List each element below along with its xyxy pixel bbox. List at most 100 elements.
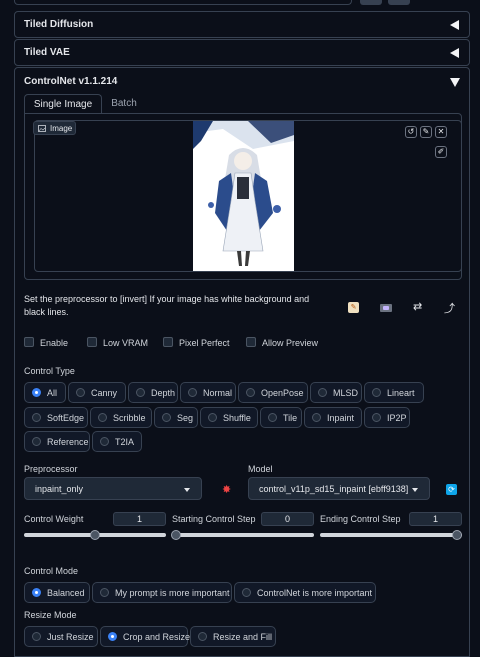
option-label: Reference xyxy=(47,437,89,447)
option-label: Canny xyxy=(91,388,118,398)
control-weight-input[interactable]: 1 xyxy=(113,512,166,526)
control-mode-label: Control Mode xyxy=(24,566,79,576)
preprocessor-hint: Set the preprocessor to [invert] If your… xyxy=(24,294,310,317)
end-step-label: Ending Control Step xyxy=(320,514,401,524)
option-label: Tile xyxy=(283,413,298,423)
model-dropdown[interactable]: control_v11p_sd15_inpaint [ebff9138] xyxy=(248,477,430,500)
control-type-label: Control Type xyxy=(24,366,75,376)
refresh-icon[interactable]: ⟳ xyxy=(446,484,457,495)
accordion-tiled-diffusion[interactable]: Tiled Diffusion xyxy=(14,11,470,38)
camera-icon[interactable]: ✎ xyxy=(348,302,359,313)
expanded-triangle-icon xyxy=(450,78,460,87)
start-step-label: Starting Control Step xyxy=(172,514,256,524)
option-label: Lineart xyxy=(387,388,415,398)
sketch-icon[interactable]: ✐ xyxy=(435,146,447,158)
collapsed-triangle-icon xyxy=(450,48,459,58)
end-step-track[interactable] xyxy=(320,533,462,537)
control-type-canny[interactable]: Canny xyxy=(68,382,126,403)
chevron-down-icon xyxy=(184,488,190,492)
radio-selected xyxy=(32,588,41,597)
option-label: Resize and Fill xyxy=(213,632,273,642)
close-icon[interactable]: ✕ xyxy=(435,126,447,138)
option-label: Just Resize xyxy=(47,632,94,642)
image-icon xyxy=(38,125,46,132)
option-label: IP2P xyxy=(387,413,407,423)
control-type-all[interactable]: All xyxy=(24,382,66,403)
option-label: Inpaint xyxy=(327,413,355,423)
radio xyxy=(76,388,85,397)
explosion-icon[interactable]: ✸ xyxy=(222,483,231,496)
radio xyxy=(372,388,381,397)
resize-mode-resize-and-fill[interactable]: Resize and Fill xyxy=(190,626,276,647)
end-step-input[interactable]: 1 xyxy=(409,512,462,526)
pixel-perfect-checkbox[interactable] xyxy=(163,337,173,347)
resize-mode-just-resize[interactable]: Just Resize xyxy=(24,626,98,647)
pixel-perfect-label: Pixel Perfect xyxy=(179,338,230,348)
radio xyxy=(268,413,277,422)
radio xyxy=(246,388,255,397)
model-label: Model xyxy=(248,464,273,474)
enable-checkbox[interactable] xyxy=(24,337,34,347)
undo-icon[interactable]: ↺ xyxy=(405,126,417,138)
option-label: All xyxy=(47,388,58,398)
control-type-mlsd[interactable]: MLSD xyxy=(310,382,362,403)
allow-preview-label: Allow Preview xyxy=(262,338,319,348)
edit-icon[interactable]: ✎ xyxy=(420,126,432,138)
control-mode-controlnet[interactable]: ControlNet is more important xyxy=(234,582,376,603)
tab-bar: Single Image Batch xyxy=(24,94,470,115)
model-value: control_v11p_sd15_inpaint [ebff9138] xyxy=(259,484,409,494)
image-label-badge: Image xyxy=(33,121,76,135)
control-type-lineart[interactable]: Lineart xyxy=(364,382,424,403)
control-type-tile[interactable]: Tile xyxy=(260,407,302,428)
control-type-normal[interactable]: Normal xyxy=(180,382,236,403)
resize-mode-label: Resize Mode xyxy=(24,610,77,620)
control-type-inpaint[interactable]: Inpaint xyxy=(304,407,362,428)
control-weight-label: Control Weight xyxy=(24,514,84,524)
radio xyxy=(136,388,145,397)
enable-label: Enable xyxy=(40,338,69,348)
control-type-softedge[interactable]: SoftEdge xyxy=(24,407,88,428)
control-mode-balanced[interactable]: Balanced xyxy=(24,582,90,603)
end-step-thumb[interactable] xyxy=(452,530,462,540)
webcam-icon[interactable] xyxy=(380,304,392,312)
preprocessor-dropdown[interactable]: inpaint_only xyxy=(24,477,202,500)
radio xyxy=(312,413,321,422)
radio xyxy=(98,413,107,422)
control-type-t2ia[interactable]: T2IA xyxy=(92,431,142,452)
tab-batch[interactable]: Batch xyxy=(102,94,146,114)
start-step-track[interactable] xyxy=(172,533,314,537)
radio xyxy=(372,413,381,422)
option-label: Crop and Resize xyxy=(123,632,191,642)
control-mode-prompt[interactable]: My prompt is more important xyxy=(92,582,232,603)
tab-single-image[interactable]: Single Image xyxy=(24,94,102,115)
accordion-tiled-vae[interactable]: Tiled VAE xyxy=(14,39,470,66)
accordion-controlnet-header[interactable]: ControlNet v1.1.214 xyxy=(15,68,469,95)
control-weight-thumb[interactable] xyxy=(90,530,100,540)
control-type-openpose[interactable]: OpenPose xyxy=(238,382,308,403)
accordion-title: ControlNet v1.1.214 xyxy=(24,76,118,87)
radio xyxy=(32,437,41,446)
low-vram-checkbox[interactable] xyxy=(87,337,97,347)
control-type-seg[interactable]: Seg xyxy=(154,407,198,428)
option-label: SoftEdge xyxy=(47,413,85,423)
send-icon[interactable]: ⤴ xyxy=(444,300,455,316)
low-vram-label: Low VRAM xyxy=(103,338,149,348)
allow-preview-checkbox[interactable] xyxy=(246,337,256,347)
preprocessor-label: Preprocessor xyxy=(24,464,78,474)
radio xyxy=(318,388,327,397)
image-label: Image xyxy=(50,124,73,133)
swap-icon[interactable]: ⇄ xyxy=(413,300,422,313)
control-type-depth[interactable]: Depth xyxy=(128,382,178,403)
accordion-title: Tiled VAE xyxy=(24,47,70,58)
start-step-input[interactable]: 0 xyxy=(261,512,314,526)
control-type-reference[interactable]: Reference xyxy=(24,431,90,452)
resize-mode-crop-and-resize[interactable]: Crop and Resize xyxy=(100,626,191,647)
option-label: Normal xyxy=(203,388,233,398)
tab-label: Batch xyxy=(111,98,137,109)
radio xyxy=(208,413,217,422)
start-step-thumb[interactable] xyxy=(171,530,181,540)
control-type-scribble[interactable]: Scribble xyxy=(90,407,152,428)
control-type-ip2p[interactable]: IP2P xyxy=(364,407,410,428)
control-type-shuffle[interactable]: Shuffle xyxy=(200,407,258,428)
option-label: Scribble xyxy=(113,413,146,423)
